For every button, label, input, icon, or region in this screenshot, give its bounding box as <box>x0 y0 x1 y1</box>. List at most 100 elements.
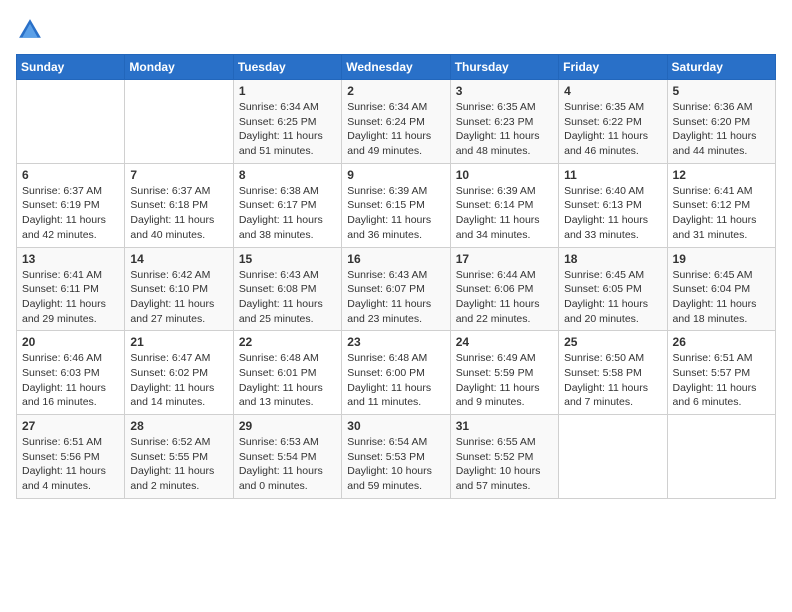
cell-info: Sunrise: 6:41 AMSunset: 6:12 PMDaylight:… <box>673 184 770 243</box>
day-number: 23 <box>347 335 444 349</box>
day-number: 25 <box>564 335 661 349</box>
calendar-cell: 28 Sunrise: 6:52 AMSunset: 5:55 PMDayligh… <box>125 415 233 499</box>
calendar-cell: 4 Sunrise: 6:35 AMSunset: 6:22 PMDaylight… <box>559 80 667 164</box>
day-number: 22 <box>239 335 336 349</box>
cell-info: Sunrise: 6:53 AMSunset: 5:54 PMDaylight:… <box>239 435 336 494</box>
calendar-cell: 12 Sunrise: 6:41 AMSunset: 6:12 PMDayligh… <box>667 163 775 247</box>
day-number: 11 <box>564 168 661 182</box>
calendar-cell: 22 Sunrise: 6:48 AMSunset: 6:01 PMDayligh… <box>233 331 341 415</box>
cell-info: Sunrise: 6:35 AMSunset: 6:23 PMDaylight:… <box>456 100 553 159</box>
cell-info: Sunrise: 6:37 AMSunset: 6:19 PMDaylight:… <box>22 184 119 243</box>
calendar-cell <box>17 80 125 164</box>
calendar-week-5: 27Sunrise: 6:51 AMSunset: 5:56 PMDayligh… <box>17 415 776 499</box>
calendar-cell: 5 Sunrise: 6:36 AMSunset: 6:20 PMDaylight… <box>667 80 775 164</box>
day-number: 9 <box>347 168 444 182</box>
weekday-header-sunday: Sunday <box>17 55 125 80</box>
day-number: 17 <box>456 252 553 266</box>
day-number: 18 <box>564 252 661 266</box>
cell-info: Sunrise: 6:45 AMSunset: 6:05 PMDaylight:… <box>564 268 661 327</box>
cell-info: Sunrise: 6:54 AMSunset: 5:53 PMDaylight:… <box>347 435 444 494</box>
cell-info: Sunrise: 6:35 AMSunset: 6:22 PMDaylight:… <box>564 100 661 159</box>
calendar-cell: 19Sunrise: 6:45 AMSunset: 6:04 PMDayligh… <box>667 247 775 331</box>
calendar-week-1: 1 Sunrise: 6:34 AMSunset: 6:25 PMDaylight… <box>17 80 776 164</box>
calendar-cell <box>125 80 233 164</box>
cell-info: Sunrise: 6:39 AMSunset: 6:15 PMDaylight:… <box>347 184 444 243</box>
cell-info: Sunrise: 6:51 AMSunset: 5:56 PMDaylight:… <box>22 435 119 494</box>
day-number: 1 <box>239 84 336 98</box>
cell-info: Sunrise: 6:43 AMSunset: 6:07 PMDaylight:… <box>347 268 444 327</box>
calendar-cell: 17Sunrise: 6:44 AMSunset: 6:06 PMDayligh… <box>450 247 558 331</box>
calendar-cell: 16 Sunrise: 6:43 AMSunset: 6:07 PMDayligh… <box>342 247 450 331</box>
day-number: 10 <box>456 168 553 182</box>
day-number: 12 <box>673 168 770 182</box>
logo <box>16 16 48 44</box>
cell-info: Sunrise: 6:46 AMSunset: 6:03 PMDaylight:… <box>22 351 119 410</box>
cell-info: Sunrise: 6:34 AMSunset: 6:24 PMDaylight:… <box>347 100 444 159</box>
calendar-cell: 27Sunrise: 6:51 AMSunset: 5:56 PMDayligh… <box>17 415 125 499</box>
day-number: 15 <box>239 252 336 266</box>
calendar-cell: 31 Sunrise: 6:55 AMSunset: 5:52 PMDayligh… <box>450 415 558 499</box>
calendar-cell <box>667 415 775 499</box>
cell-info: Sunrise: 6:48 AMSunset: 6:00 PMDaylight:… <box>347 351 444 410</box>
cell-info: Sunrise: 6:37 AMSunset: 6:18 PMDaylight:… <box>130 184 227 243</box>
weekday-header-wednesday: Wednesday <box>342 55 450 80</box>
day-number: 3 <box>456 84 553 98</box>
calendar-cell: 7Sunrise: 6:37 AMSunset: 6:18 PMDaylight… <box>125 163 233 247</box>
calendar-week-3: 13Sunrise: 6:41 AMSunset: 6:11 PMDayligh… <box>17 247 776 331</box>
day-number: 16 <box>347 252 444 266</box>
calendar-cell: 18 Sunrise: 6:45 AMSunset: 6:05 PMDayligh… <box>559 247 667 331</box>
cell-info: Sunrise: 6:38 AMSunset: 6:17 PMDaylight:… <box>239 184 336 243</box>
calendar-cell: 29Sunrise: 6:53 AMSunset: 5:54 PMDayligh… <box>233 415 341 499</box>
day-number: 4 <box>564 84 661 98</box>
calendar-cell: 1 Sunrise: 6:34 AMSunset: 6:25 PMDaylight… <box>233 80 341 164</box>
weekday-header-row: SundayMondayTuesdayWednesdayThursdayFrid… <box>17 55 776 80</box>
cell-info: Sunrise: 6:55 AMSunset: 5:52 PMDaylight:… <box>456 435 553 494</box>
cell-info: Sunrise: 6:40 AMSunset: 6:13 PMDaylight:… <box>564 184 661 243</box>
day-number: 14 <box>130 252 227 266</box>
cell-info: Sunrise: 6:42 AMSunset: 6:10 PMDaylight:… <box>130 268 227 327</box>
calendar-week-4: 20Sunrise: 6:46 AMSunset: 6:03 PMDayligh… <box>17 331 776 415</box>
weekday-header-monday: Monday <box>125 55 233 80</box>
calendar-cell: 9 Sunrise: 6:39 AMSunset: 6:15 PMDaylight… <box>342 163 450 247</box>
calendar-cell: 11 Sunrise: 6:40 AMSunset: 6:13 PMDayligh… <box>559 163 667 247</box>
calendar-cell: 23 Sunrise: 6:48 AMSunset: 6:00 PMDayligh… <box>342 331 450 415</box>
page-header <box>16 16 776 44</box>
day-number: 24 <box>456 335 553 349</box>
day-number: 31 <box>456 419 553 433</box>
cell-info: Sunrise: 6:34 AMSunset: 6:25 PMDaylight:… <box>239 100 336 159</box>
weekday-header-tuesday: Tuesday <box>233 55 341 80</box>
calendar-cell: 30Sunrise: 6:54 AMSunset: 5:53 PMDayligh… <box>342 415 450 499</box>
cell-info: Sunrise: 6:48 AMSunset: 6:01 PMDaylight:… <box>239 351 336 410</box>
calendar-cell: 2Sunrise: 6:34 AMSunset: 6:24 PMDaylight… <box>342 80 450 164</box>
cell-info: Sunrise: 6:52 AMSunset: 5:55 PMDaylight:… <box>130 435 227 494</box>
weekday-header-friday: Friday <box>559 55 667 80</box>
day-number: 21 <box>130 335 227 349</box>
day-number: 28 <box>130 419 227 433</box>
cell-info: Sunrise: 6:36 AMSunset: 6:20 PMDaylight:… <box>673 100 770 159</box>
calendar-cell: 8 Sunrise: 6:38 AMSunset: 6:17 PMDaylight… <box>233 163 341 247</box>
calendar-cell: 3 Sunrise: 6:35 AMSunset: 6:23 PMDaylight… <box>450 80 558 164</box>
calendar-cell: 13Sunrise: 6:41 AMSunset: 6:11 PMDayligh… <box>17 247 125 331</box>
day-number: 5 <box>673 84 770 98</box>
calendar-cell: 10Sunrise: 6:39 AMSunset: 6:14 PMDayligh… <box>450 163 558 247</box>
cell-info: Sunrise: 6:47 AMSunset: 6:02 PMDaylight:… <box>130 351 227 410</box>
calendar-cell: 21 Sunrise: 6:47 AMSunset: 6:02 PMDayligh… <box>125 331 233 415</box>
calendar-table: SundayMondayTuesdayWednesdayThursdayFrid… <box>16 54 776 499</box>
day-number: 8 <box>239 168 336 182</box>
calendar-header: SundayMondayTuesdayWednesdayThursdayFrid… <box>17 55 776 80</box>
calendar-body: 1 Sunrise: 6:34 AMSunset: 6:25 PMDaylight… <box>17 80 776 499</box>
calendar-cell: 15 Sunrise: 6:43 AMSunset: 6:08 PMDayligh… <box>233 247 341 331</box>
logo-icon <box>16 16 44 44</box>
cell-info: Sunrise: 6:41 AMSunset: 6:11 PMDaylight:… <box>22 268 119 327</box>
calendar-week-2: 6 Sunrise: 6:37 AMSunset: 6:19 PMDaylight… <box>17 163 776 247</box>
day-number: 26 <box>673 335 770 349</box>
calendar-cell: 24Sunrise: 6:49 AMSunset: 5:59 PMDayligh… <box>450 331 558 415</box>
calendar-cell: 20Sunrise: 6:46 AMSunset: 6:03 PMDayligh… <box>17 331 125 415</box>
day-number: 6 <box>22 168 119 182</box>
calendar-cell <box>559 415 667 499</box>
weekday-header-thursday: Thursday <box>450 55 558 80</box>
weekday-header-saturday: Saturday <box>667 55 775 80</box>
cell-info: Sunrise: 6:43 AMSunset: 6:08 PMDaylight:… <box>239 268 336 327</box>
calendar-cell: 6 Sunrise: 6:37 AMSunset: 6:19 PMDaylight… <box>17 163 125 247</box>
calendar-cell: 14 Sunrise: 6:42 AMSunset: 6:10 PMDayligh… <box>125 247 233 331</box>
